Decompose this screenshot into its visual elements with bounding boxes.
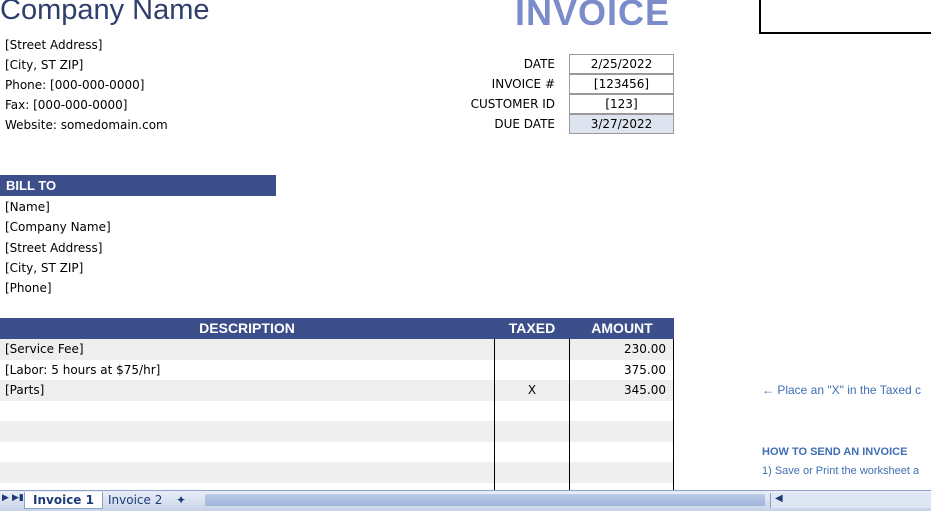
- bill-to-phone[interactable]: [Phone]: [5, 278, 111, 298]
- howto-step-1: 1) Save or Print the worksheet a: [762, 465, 920, 477]
- tab-invoice-2[interactable]: Invoice 2: [100, 492, 170, 508]
- column-divider: [494, 339, 495, 491]
- invoice-number-label: INVOICE #: [491, 77, 555, 91]
- table-row[interactable]: [Labor: 5 hours at $75/hr] 375.00: [0, 360, 674, 381]
- row-taxed[interactable]: X: [494, 380, 570, 401]
- due-date-label: DUE DATE: [494, 117, 555, 131]
- date-cell[interactable]: 2/25/2022: [569, 54, 674, 74]
- table-row[interactable]: [0, 401, 674, 422]
- table-row[interactable]: [Parts] X 345.00: [0, 380, 674, 401]
- scroll-prev-sheet-icon[interactable]: ▶: [2, 493, 9, 503]
- items-table-header: DESCRIPTION TAXED AMOUNT: [0, 318, 674, 339]
- amount-header: AMOUNT: [591, 320, 653, 336]
- row-amount[interactable]: 375.00: [570, 360, 666, 381]
- table-right-border: [673, 339, 674, 491]
- due-date-cell[interactable]: 3/27/2022: [569, 114, 674, 134]
- sender-address: [Street Address] [City, ST ZIP] Phone: […: [5, 35, 168, 135]
- table-row[interactable]: [0, 462, 674, 483]
- row-taxed[interactable]: [494, 360, 570, 381]
- row-description[interactable]: [Parts]: [5, 380, 44, 401]
- bill-to-heading: BILL TO: [0, 175, 276, 196]
- row-amount[interactable]: 230.00: [570, 339, 666, 360]
- howto-heading: HOW TO SEND AN INVOICE: [762, 446, 908, 458]
- row-description[interactable]: [Labor: 5 hours at $75/hr]: [5, 360, 160, 381]
- address-city: [City, ST ZIP]: [5, 58, 84, 72]
- taxed-header: TAXED: [508, 320, 556, 336]
- description-header: DESCRIPTION: [199, 320, 295, 336]
- date-label: DATE: [523, 57, 555, 71]
- address-fax: Fax: [000-000-0000]: [5, 98, 128, 112]
- table-row[interactable]: [Service Fee] 230.00: [0, 339, 674, 360]
- scroll-last-sheet-icon[interactable]: ▶▮: [12, 493, 24, 503]
- invoice-number-cell[interactable]: [123456]: [569, 74, 674, 94]
- row-taxed[interactable]: [494, 339, 570, 360]
- scroll-left-icon[interactable]: ◀: [775, 493, 783, 504]
- row-amount[interactable]: 345.00: [570, 380, 666, 401]
- insert-sheet-icon[interactable]: ✦: [170, 492, 192, 508]
- bill-to-block: [Name] [Company Name] [Street Address] […: [5, 197, 111, 298]
- invoice-title: INVOICE: [515, 0, 671, 33]
- sheet-tab-bar: ▶ ▶▮ Invoice 1 Invoice 2 ✦ ◀: [0, 490, 931, 511]
- address-phone: Phone: [000-000-0000]: [5, 78, 145, 92]
- horizontal-scroll-track[interactable]: [205, 494, 765, 506]
- customer-id-label: CUSTOMER ID: [470, 97, 555, 111]
- address-street: [Street Address]: [5, 38, 103, 52]
- customer-id-cell[interactable]: [123]: [569, 94, 674, 114]
- address-website: Website: somedomain.com: [5, 118, 168, 132]
- logo-box: [759, 0, 931, 34]
- bill-to-street[interactable]: [Street Address]: [5, 238, 111, 258]
- table-row[interactable]: [0, 442, 674, 463]
- column-divider: [569, 339, 570, 491]
- tab-invoice-1[interactable]: Invoice 1: [24, 492, 103, 509]
- bill-to-city[interactable]: [City, ST ZIP]: [5, 258, 111, 278]
- bill-to-name[interactable]: [Name]: [5, 197, 111, 217]
- taxed-hint-note: ← Place an "X" in the Taxed c: [762, 383, 922, 397]
- bill-to-company[interactable]: [Company Name]: [5, 217, 111, 237]
- table-row[interactable]: [0, 421, 674, 442]
- horizontal-scrollbar[interactable]: ◀: [770, 493, 931, 508]
- row-description[interactable]: [Service Fee]: [5, 339, 84, 360]
- company-name: Company Name: [0, 0, 210, 26]
